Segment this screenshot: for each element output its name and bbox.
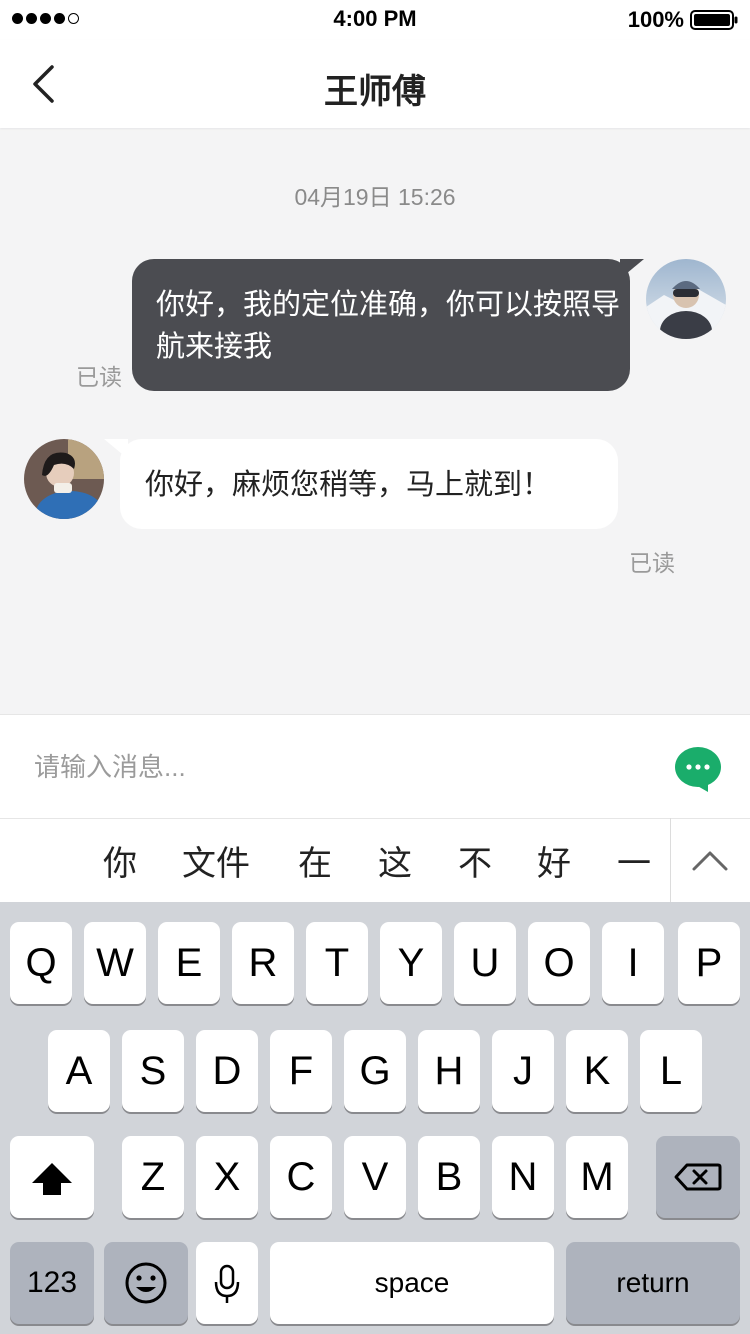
key-m[interactable]: M xyxy=(566,1136,628,1218)
key-a[interactable]: A xyxy=(48,1030,110,1112)
key-r[interactable]: R xyxy=(232,922,294,1004)
microphone-icon xyxy=(214,1264,240,1303)
key-s[interactable]: S xyxy=(122,1030,184,1112)
space-key[interactable]: space xyxy=(270,1242,554,1324)
key-p[interactable]: P xyxy=(678,922,740,1004)
delete-key[interactable] xyxy=(656,1136,740,1218)
key-f[interactable]: F xyxy=(270,1030,332,1112)
key-l[interactable]: L xyxy=(640,1030,702,1112)
key-b[interactable]: B xyxy=(418,1136,480,1218)
shift-arrow-icon xyxy=(32,1163,72,1195)
battery-percentage: 100% xyxy=(627,7,684,32)
bubble-tail xyxy=(104,439,128,459)
key-c[interactable]: C xyxy=(270,1136,332,1218)
chat-bubble-icon[interactable] xyxy=(674,746,722,792)
ime-candidate[interactable]: 一 xyxy=(617,836,651,885)
key-z[interactable]: Z xyxy=(122,1136,184,1218)
key-y[interactable]: Y xyxy=(380,922,442,1004)
incoming-message-text: 你好，麻烦您稍等，马上就到！ xyxy=(145,469,552,501)
message-input[interactable] xyxy=(32,734,636,800)
ime-candidate[interactable]: 你 xyxy=(103,836,137,885)
microphone-key[interactable] xyxy=(196,1242,258,1324)
keyboard: Q W E R T Y U O I P A S D F G H J K L Z … xyxy=(0,902,750,1334)
key-g[interactable]: G xyxy=(344,1030,406,1112)
key-v[interactable]: V xyxy=(344,1136,406,1218)
key-t[interactable]: T xyxy=(306,922,368,1004)
shift-key[interactable] xyxy=(10,1136,94,1218)
key-k[interactable]: K xyxy=(566,1030,628,1112)
backspace-icon xyxy=(674,1163,722,1191)
ime-candidate[interactable]: 好 xyxy=(537,836,571,885)
key-i[interactable]: I xyxy=(602,922,664,1004)
page-title: 王师傅 xyxy=(324,73,426,111)
numbers-key[interactable]: 123 xyxy=(10,1242,94,1324)
read-status: 已读 xyxy=(76,364,122,390)
chevron-up-icon[interactable] xyxy=(690,842,730,878)
emoji-icon xyxy=(125,1262,167,1304)
outgoing-message-text: 你好，我的定位准确，你可以按照导航来接我 xyxy=(156,289,621,363)
ime-candidate[interactable]: 这 xyxy=(378,836,412,885)
ime-candidate[interactable]: 文件 xyxy=(182,836,250,885)
avatar-driver[interactable] xyxy=(24,439,104,519)
message-timestamp: 04月19日 15:26 xyxy=(294,184,456,210)
key-d[interactable]: D xyxy=(196,1030,258,1112)
bubble-tail xyxy=(620,259,644,279)
ime-candidate[interactable]: 不 xyxy=(458,836,492,885)
read-status: 已读 xyxy=(629,550,675,576)
divider xyxy=(670,818,671,902)
key-n[interactable]: N xyxy=(492,1136,554,1218)
key-h[interactable]: H xyxy=(418,1030,480,1112)
ime-candidate[interactable]: 在 xyxy=(298,836,332,885)
battery-icon xyxy=(690,10,738,30)
navigation-bar: 王师傅 xyxy=(0,40,750,128)
key-u[interactable]: U xyxy=(454,922,516,1004)
key-o[interactable]: O xyxy=(528,922,590,1004)
avatar-user[interactable] xyxy=(646,259,726,339)
key-q[interactable]: Q xyxy=(10,922,72,1004)
return-key[interactable]: return xyxy=(566,1242,740,1324)
emoji-key[interactable] xyxy=(104,1242,188,1324)
key-x[interactable]: X xyxy=(196,1136,258,1218)
key-j[interactable]: J xyxy=(492,1030,554,1112)
key-e[interactable]: E xyxy=(158,922,220,1004)
key-w[interactable]: W xyxy=(84,922,146,1004)
